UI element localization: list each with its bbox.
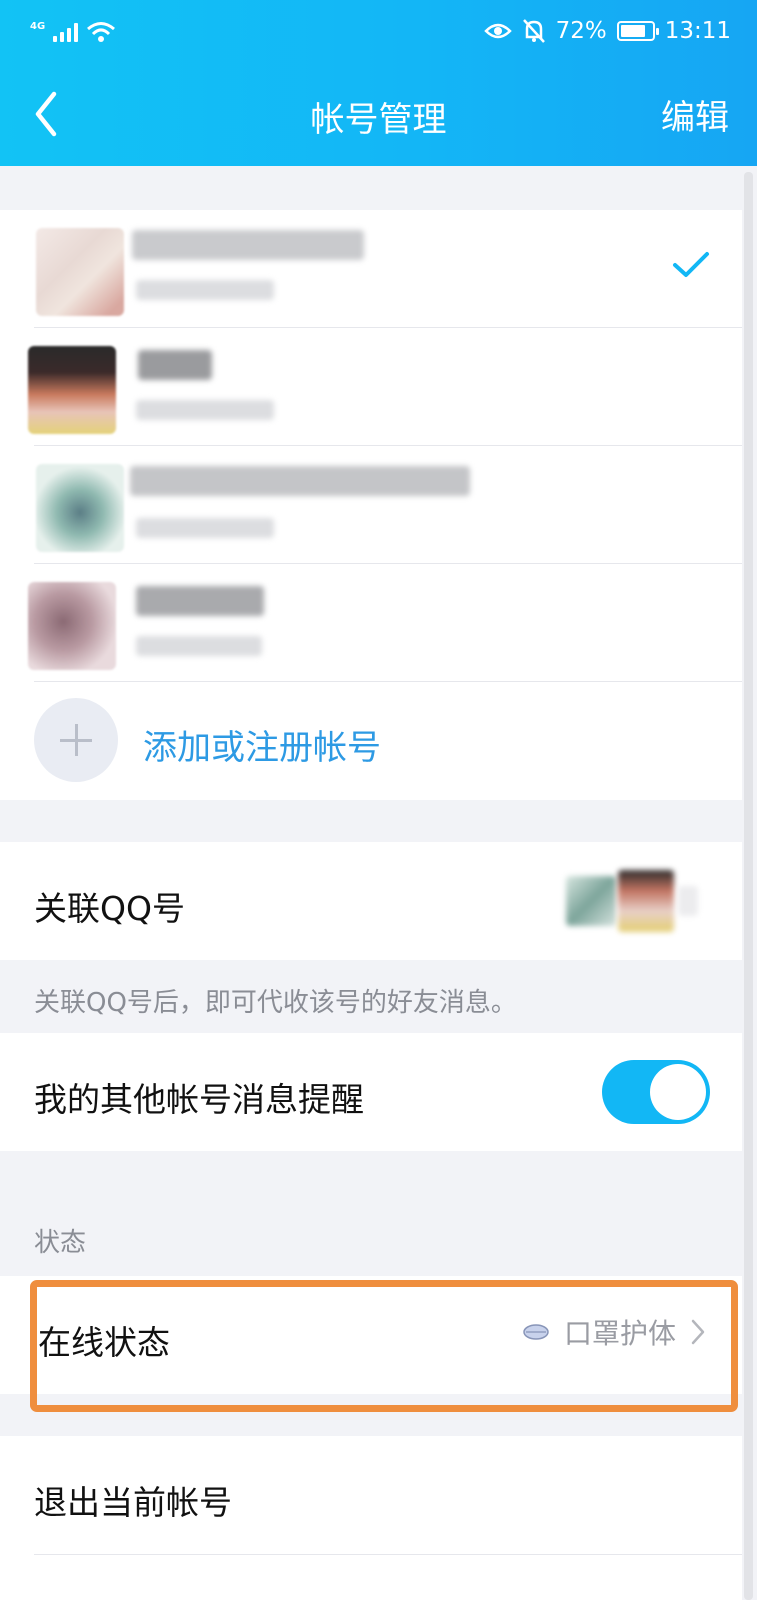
online-status-row[interactable]: 在线状态 口罩护体 <box>0 1276 742 1394</box>
linked-qq-hint: 关联QQ号后，即可代收该号的好友消息。 <box>34 988 517 1018</box>
divider <box>34 1554 742 1555</box>
logout-row[interactable]: 退出当前帐号 <box>0 1436 742 1600</box>
checkmark-icon <box>673 252 709 277</box>
linked-avatars <box>566 870 706 934</box>
avatar <box>28 346 116 434</box>
add-account-label: 添加或注册帐号 <box>143 728 381 768</box>
wifi-icon <box>87 22 116 42</box>
status-section-title: 状态 <box>34 1228 87 1258</box>
mute-bell-icon <box>522 19 545 43</box>
avatar <box>618 870 674 932</box>
online-status-label: 在线状态 <box>38 1323 170 1362</box>
edit-button[interactable]: 编辑 <box>661 90 729 139</box>
account-number <box>136 400 274 420</box>
account-number <box>136 518 274 538</box>
avatar <box>566 876 616 926</box>
avatar <box>36 228 124 316</box>
nav-bar: 帐号管理 编辑 <box>0 72 757 162</box>
account-list: 添加或注册帐号 <box>0 210 742 800</box>
signal-icon <box>53 22 79 42</box>
linked-qq-label: 关联QQ号 <box>34 889 185 928</box>
account-name <box>130 466 470 496</box>
scrollbar[interactable] <box>744 172 753 1600</box>
avatar <box>36 464 124 552</box>
account-item[interactable] <box>0 446 742 564</box>
eye-icon <box>483 23 512 39</box>
toggle-knob <box>650 1064 706 1120</box>
battery-percent: 72% <box>555 18 607 44</box>
avatar <box>678 886 698 916</box>
linked-qq-row[interactable]: 关联QQ号 <box>0 842 742 960</box>
avatar <box>28 582 116 670</box>
header-bar: 4G 72% 13:11 帐号管理 编辑 <box>0 0 757 166</box>
account-item[interactable] <box>0 210 742 328</box>
plus-icon <box>34 698 118 782</box>
mask-status-icon <box>523 1324 549 1340</box>
account-name <box>136 586 264 616</box>
message-reminder-toggle[interactable] <box>602 1060 710 1124</box>
account-name <box>138 350 212 380</box>
message-reminder-row: 我的其他帐号消息提醒 <box>0 1033 742 1151</box>
chevron-right-icon <box>691 1319 705 1345</box>
page-title: 帐号管理 <box>310 100 447 140</box>
status-bar: 4G 72% 13:11 <box>0 0 757 62</box>
signal-group: 4G <box>30 18 116 46</box>
account-number <box>136 280 274 300</box>
account-number <box>136 636 262 656</box>
account-name <box>132 230 364 260</box>
account-item[interactable] <box>0 564 742 682</box>
message-reminder-label: 我的其他帐号消息提醒 <box>34 1080 364 1119</box>
account-item[interactable] <box>0 328 742 446</box>
battery-icon <box>616 21 659 41</box>
online-status-value: 口罩护体 <box>563 1317 676 1350</box>
status-icons: 72% 13:11 <box>483 16 731 46</box>
logout-label: 退出当前帐号 <box>34 1483 232 1522</box>
add-account-row[interactable]: 添加或注册帐号 <box>0 682 742 800</box>
clock: 13:11 <box>664 18 731 44</box>
network-type: 4G <box>30 20 46 32</box>
online-status-value-group: 口罩护体 <box>522 1312 706 1352</box>
